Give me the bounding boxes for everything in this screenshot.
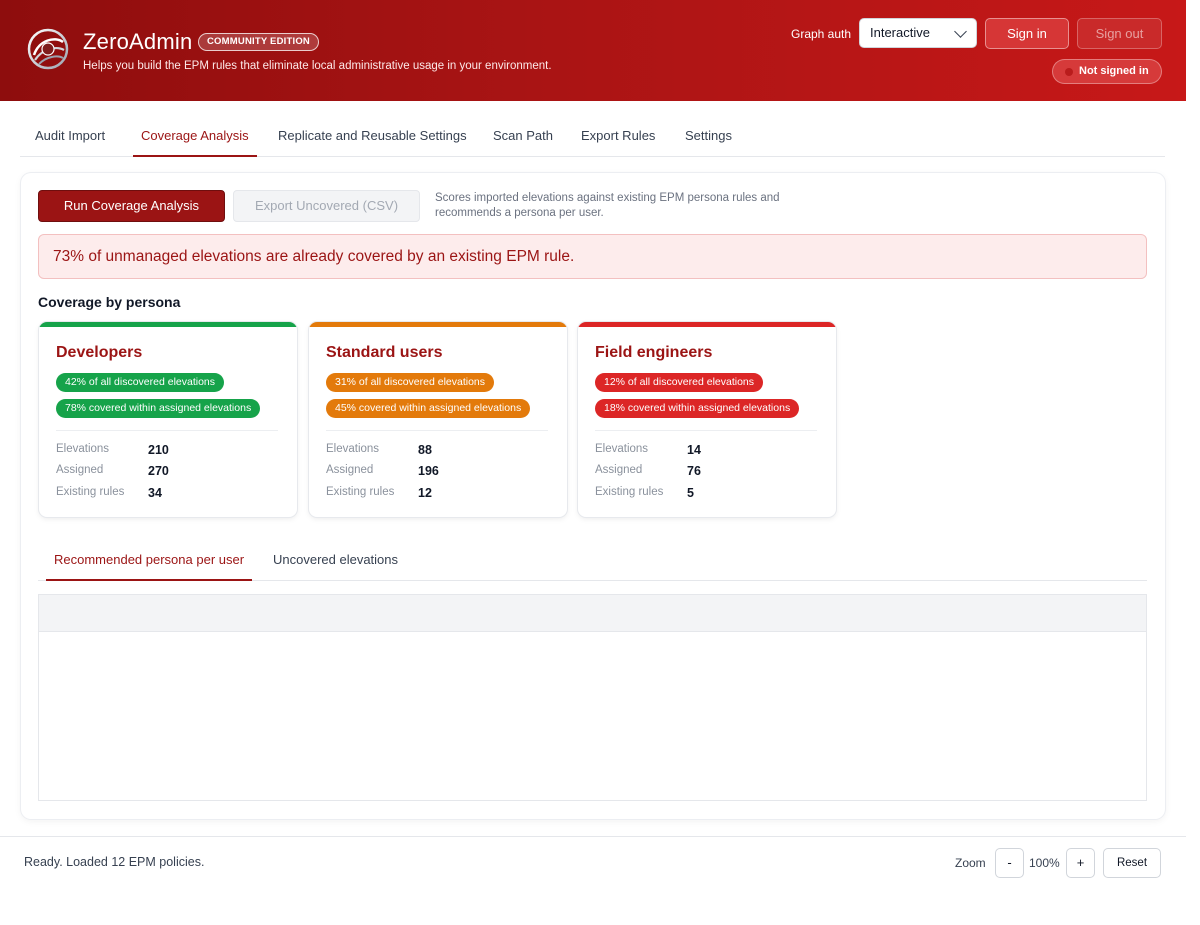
sign-out-button[interactable]: Sign out [1077,18,1162,49]
discovered-share-badge: 12% of all discovered elevations [595,373,764,392]
results-grid[interactable] [38,594,1147,801]
assigned-label: Assigned [595,464,643,476]
sign-in-button[interactable]: Sign in [985,18,1069,49]
elevations-value: 210 [148,443,169,457]
run-coverage-analysis-button[interactable]: Run Coverage Analysis [38,190,225,222]
chevron-down-icon [954,25,967,38]
persona-color-bar [309,322,567,327]
existing-rules-value: 34 [148,486,162,500]
graph-auth-label: Graph auth [791,27,852,41]
tab-audit-import[interactable]: Audit Import [27,117,113,157]
assigned-value: 76 [687,464,701,478]
persona-color-bar [39,322,297,327]
results-tab-bar: Recommended persona per user Uncovered e… [38,541,1147,581]
assigned-label: Assigned [326,464,374,476]
persona-card-field-engineers: Field engineers 12% of all discovered el… [578,322,836,517]
app-header: ZeroAdmin COMMUNITY EDITION Helps you bu… [0,0,1186,101]
results-grid-header [39,595,1146,632]
existing-rules-value: 12 [418,486,432,500]
existing-rules-label: Existing rules [595,486,664,498]
existing-rules-label: Existing rules [56,486,125,498]
covered-share-badge: 18% covered within assigned elevations [595,399,800,418]
zoom-out-button[interactable]: - [995,848,1024,878]
divider [326,430,548,431]
status-dot-icon [1065,68,1073,76]
coverage-analysis-panel: Run Coverage Analysis Export Uncovered (… [21,173,1165,819]
persona-card-developers: Developers 42% of all discovered elevati… [39,322,297,517]
zoom-label: Zoom [955,856,986,870]
divider [56,430,278,431]
covered-share-badge: 78% covered within assigned elevations [56,399,261,418]
zeroadmin-logo-icon [27,28,69,70]
tab-uncovered-elevations[interactable]: Uncovered elevations [265,541,406,581]
assigned-value: 196 [418,464,439,478]
edition-badge: COMMUNITY EDITION [198,33,319,51]
covered-share-badge: 45% covered within assigned elevations [326,399,531,418]
divider [595,430,817,431]
persona-card-standard-users: Standard users 31% of all discovered ele… [309,322,567,517]
app-tagline: Helps you build the EPM rules that elimi… [83,60,552,72]
persona-color-bar [578,322,836,327]
assigned-label: Assigned [56,464,104,476]
status-message: Ready. Loaded 12 EPM policies. [24,855,205,869]
coverage-by-persona-heading: Coverage by persona [38,294,181,310]
sign-in-status-text: Not signed in [1079,65,1149,77]
elevations-value: 14 [687,443,701,457]
persona-name: Developers [56,344,143,361]
tab-settings[interactable]: Settings [677,117,740,157]
export-uncovered-csv-button[interactable]: Export Uncovered (CSV) [233,190,420,222]
discovered-share-badge: 42% of all discovered elevations [56,373,225,392]
elevations-label: Elevations [595,443,649,455]
zoom-in-button[interactable]: + [1066,848,1095,878]
zoom-level: 100% [1029,856,1060,870]
existing-rules-value: 5 [687,486,694,500]
tab-export-rules[interactable]: Export Rules [573,117,663,157]
tab-coverage-analysis[interactable]: Coverage Analysis [133,117,257,157]
persona-name: Standard users [326,344,443,361]
coverage-description: Scores imported elevations against exist… [435,192,780,219]
persona-name: Field engineers [595,344,713,361]
graph-auth-selected-value: Interactive [870,25,930,40]
tab-replicate-reusable-settings[interactable]: Replicate and Reusable Settings [270,117,475,157]
tab-recommended-persona-per-user[interactable]: Recommended persona per user [46,541,253,581]
existing-rules-label: Existing rules [326,486,395,498]
coverage-summary-alert: 73% of unmanaged elevations are already … [38,234,1147,279]
elevations-label: Elevations [56,443,110,455]
graph-auth-select[interactable]: Interactive [859,18,977,48]
elevations-value: 88 [418,443,432,457]
main-tab-bar: Audit Import Coverage Analysis Replicate… [20,117,1165,157]
elevations-label: Elevations [326,443,380,455]
sign-in-status-badge: Not signed in [1052,59,1162,84]
app-name: ZeroAdmin [83,29,193,54]
status-bar: Ready. Loaded 12 EPM policies. Zoom - 10… [0,836,1186,890]
discovered-share-badge: 31% of all discovered elevations [326,373,495,392]
zoom-reset-button[interactable]: Reset [1103,848,1161,878]
tab-scan-path[interactable]: Scan Path [485,117,561,157]
assigned-value: 270 [148,464,169,478]
